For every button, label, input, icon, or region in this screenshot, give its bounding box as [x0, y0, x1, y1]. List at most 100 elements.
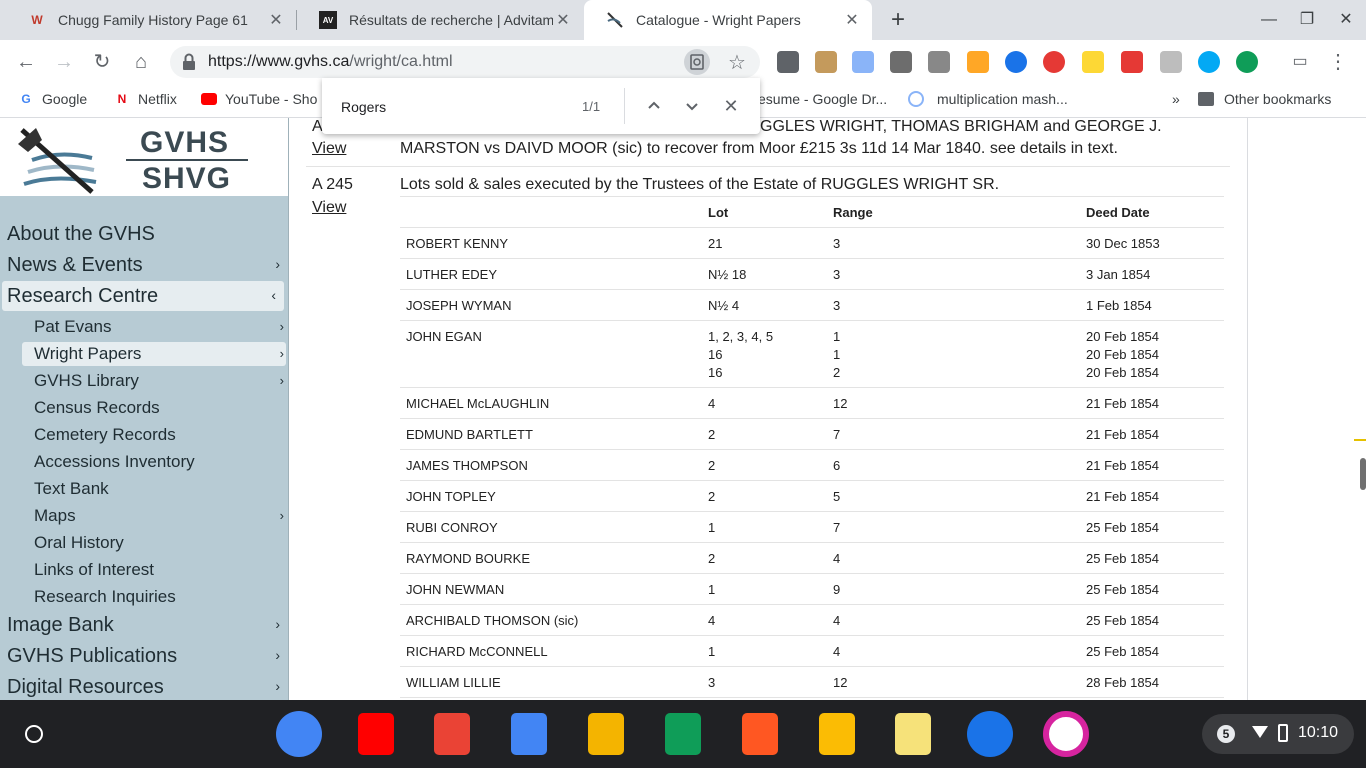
folder-icon: [1198, 91, 1214, 107]
tab-chugg-family[interactable]: W Chugg Family History Page 61 ✕: [6, 0, 296, 40]
view-link[interactable]: View: [312, 140, 346, 158]
extension-grammarly-icon[interactable]: [1236, 51, 1258, 73]
extension-profile-icon[interactable]: [1005, 51, 1027, 73]
gmail-icon[interactable]: [428, 710, 476, 758]
chevron-right-icon: ›: [279, 319, 284, 334]
bookmark-star-icon[interactable]: ☆: [728, 50, 746, 75]
axe-logo-icon: [18, 128, 97, 194]
view-link[interactable]: View: [312, 199, 346, 217]
youtube-icon[interactable]: [352, 710, 400, 758]
nav-wright-papers[interactable]: Wright Papers ›: [22, 342, 286, 366]
keep-icon[interactable]: [813, 710, 861, 758]
bookmark-multiplication[interactable]: multiplication mash...: [908, 91, 1068, 107]
bookmark-google[interactable]: G Google: [18, 91, 87, 107]
nav-pat-evans[interactable]: Pat Evans ›: [22, 315, 286, 339]
nav-maps[interactable]: Maps ›: [22, 504, 286, 528]
extension-lightbulb-icon[interactable]: [777, 51, 799, 73]
bookmark-resume[interactable]: esume - Google Dr...: [758, 91, 887, 107]
status-tray[interactable]: 5 10:10: [1202, 714, 1354, 754]
bookmark-netflix[interactable]: N Netflix: [114, 91, 177, 107]
close-find-icon[interactable]: ✕: [719, 94, 743, 118]
battery-icon: [1278, 724, 1288, 742]
docs-icon[interactable]: [505, 710, 553, 758]
launcher-button[interactable]: [14, 714, 54, 754]
nav-image-bank[interactable]: Image Bank ›: [0, 610, 288, 640]
entry-description: GGLES WRIGHT, THOMAS BRIGHAM and GEORGE …: [760, 118, 1162, 135]
restore-icon[interactable]: ❐: [1295, 8, 1319, 32]
catalogue-content: A View GGLES WRIGHT, THOMAS BRIGHAM and …: [306, 118, 1230, 700]
find-previous-icon[interactable]: [642, 94, 666, 118]
cell-range: 7: [833, 427, 841, 442]
cell-date: 30 Dec 1853: [1086, 236, 1160, 251]
cell-range: 7: [833, 520, 841, 535]
minimize-icon[interactable]: —: [1257, 8, 1281, 32]
nav-research-centre[interactable]: Research Centre ‹: [2, 281, 284, 311]
notes-icon[interactable]: [889, 710, 937, 758]
new-tab-button[interactable]: +: [886, 6, 910, 34]
chevron-left-icon: ‹: [271, 287, 276, 303]
tab-advitam[interactable]: AV Résultats de recherche | Advitam ✕: [297, 0, 583, 40]
extension-brush-icon[interactable]: [967, 51, 989, 73]
reload-icon[interactable]: ↻: [90, 50, 114, 74]
extension-pen-icon[interactable]: [890, 51, 912, 73]
find-in-page-icon[interactable]: [684, 49, 710, 75]
chevron-right-icon: ›: [279, 346, 284, 361]
find-next-icon[interactable]: [680, 94, 704, 118]
chevron-right-icon: ›: [279, 508, 284, 523]
instagram-icon[interactable]: [1042, 710, 1090, 758]
more-bookmarks-button[interactable]: »: [1172, 91, 1180, 107]
slides-icon[interactable]: [582, 710, 630, 758]
extension-pdf-icon[interactable]: [1121, 51, 1143, 73]
cast-icon[interactable]: ▭: [1288, 50, 1312, 74]
cell-range: 4: [833, 644, 841, 659]
extension-ruler-icon[interactable]: [815, 51, 837, 73]
nav-gvhs-library[interactable]: GVHS Library ›: [22, 369, 286, 393]
scrollbar-thumb[interactable]: [1360, 458, 1366, 490]
gvhs-logo[interactable]: GVHS SHVG: [0, 118, 288, 196]
find-input[interactable]: Rogers: [341, 99, 386, 115]
url-host: https://www.gvhs.ca: [208, 53, 350, 70]
extension-document-icon[interactable]: [1160, 51, 1182, 73]
extension-stop-icon[interactable]: [1043, 51, 1065, 73]
sheets-icon[interactable]: [659, 710, 707, 758]
close-tab-icon[interactable]: ✕: [553, 10, 573, 30]
address-bar[interactable]: https://www.gvhs.ca/wright/ca.html ☆: [170, 46, 760, 78]
chevron-right-icon: ›: [275, 616, 280, 632]
files-icon[interactable]: [966, 710, 1014, 758]
nav-label: Cemetery Records: [34, 425, 176, 444]
extension-print-icon[interactable]: [852, 51, 874, 73]
nav-accessions-inventory[interactable]: Accessions Inventory: [22, 450, 286, 474]
logo-text-gvhs: GVHS: [140, 126, 230, 159]
nav-text-bank[interactable]: Text Bank: [22, 477, 286, 501]
nav-digital-resources[interactable]: Digital Resources ›: [0, 672, 288, 700]
extension-puzzle-icon[interactable]: [928, 51, 950, 73]
back-arrow-icon[interactable]: ←: [14, 50, 38, 74]
nav-oral-history[interactable]: Oral History: [22, 531, 286, 555]
tab-title: Catalogue - Wright Papers: [636, 12, 801, 28]
url-text[interactable]: https://www.gvhs.ca/wright/ca.html: [208, 53, 453, 71]
chevron-right-icon: ›: [275, 647, 280, 663]
close-window-icon[interactable]: ✕: [1334, 8, 1358, 32]
menu-kebab-icon[interactable]: ⋮: [1326, 50, 1350, 74]
nav-about-gvhs[interactable]: About the GVHS: [0, 219, 288, 249]
play-music-icon[interactable]: [736, 710, 784, 758]
column-header-deed-date: Deed Date: [1086, 205, 1150, 220]
bookmark-youtube[interactable]: YouTube - Sho: [201, 91, 317, 107]
home-icon[interactable]: ⌂: [129, 50, 153, 74]
nav-cemetery-records[interactable]: Cemetery Records: [22, 423, 286, 447]
tab-catalogue-wright-papers[interactable]: Catalogue - Wright Papers ✕: [584, 0, 872, 40]
other-bookmarks[interactable]: Other bookmarks: [1198, 91, 1331, 107]
forward-arrow-icon[interactable]: →: [52, 50, 76, 74]
cell-date: 25 Feb 1854: [1086, 613, 1160, 628]
nav-gvhs-publications[interactable]: GVHS Publications ›: [0, 641, 288, 671]
chrome-icon[interactable]: [275, 710, 323, 758]
cell-date: 20 Feb 1854 20 Feb 1854 20 Feb 1854: [1086, 329, 1160, 380]
skype-icon[interactable]: [1198, 51, 1220, 73]
close-tab-icon[interactable]: ✕: [266, 10, 286, 30]
nav-research-inquiries[interactable]: Research Inquiries: [22, 585, 286, 609]
nav-news-events[interactable]: News & Events ›: [0, 250, 288, 280]
extension-n-icon[interactable]: [1082, 51, 1104, 73]
nav-links-of-interest[interactable]: Links of Interest: [22, 558, 286, 582]
close-tab-icon[interactable]: ✕: [842, 10, 862, 30]
nav-census-records[interactable]: Census Records: [22, 396, 286, 420]
